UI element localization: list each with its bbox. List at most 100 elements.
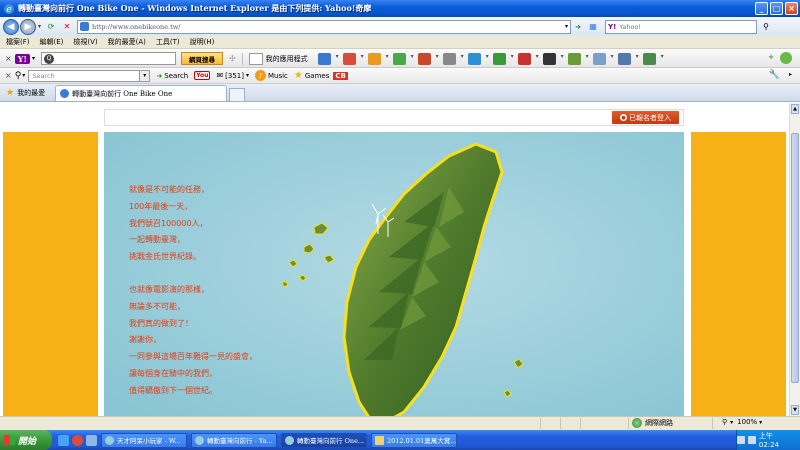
arrow-right-icon: ➜	[156, 71, 163, 80]
media-quicklaunch-icon[interactable]	[72, 434, 83, 446]
menu-help[interactable]: 說明(H)	[190, 37, 215, 47]
pin-icon[interactable]: ✣	[229, 54, 236, 63]
address-url: http://www.onebikeone.tw/	[92, 22, 181, 31]
stop-icon[interactable]: ✕	[61, 21, 73, 33]
web-search-button[interactable]: 網頁搜尋	[180, 52, 223, 65]
cb-button[interactable]: CB	[333, 71, 348, 80]
favorites-star-icon: ★	[6, 88, 15, 98]
yahoo-menu-dropdown-icon[interactable]: ▾	[32, 55, 35, 62]
weather-icon[interactable]	[592, 52, 614, 65]
notifications-button[interactable]: ✉ [351] ▾	[216, 71, 249, 80]
toolbar2-search-dropdown[interactable]: ▾	[140, 69, 151, 82]
browser-search-input[interactable]: Y! Yahoo!	[605, 19, 758, 34]
menu-favorites[interactable]: 我的最愛(A)	[108, 37, 146, 47]
close-window-button[interactable]: ×	[785, 2, 798, 15]
stock-icon[interactable]	[492, 52, 514, 65]
ie-quicklaunch-icon[interactable]	[58, 434, 69, 446]
calendar-icon[interactable]	[342, 52, 364, 65]
search-icon[interactable]: ⚲	[759, 21, 773, 33]
taskbar-item-active[interactable]: 轉動臺灣向前行 One...	[281, 432, 367, 448]
status-bar: 網際網路 ⚲ ▾ 100% ▾	[0, 416, 800, 430]
message-line: 100年最後一天，	[129, 201, 193, 211]
back-button[interactable]: ◀	[3, 18, 19, 35]
message-line: 就像是不可能的任務，	[129, 185, 209, 194]
scroll-up-arrow-icon[interactable]: ▲	[791, 104, 799, 114]
forward-button[interactable]: ▶	[20, 18, 36, 35]
history-dropdown-icon[interactable]: ▾	[38, 23, 41, 30]
close-toolbar2-icon[interactable]: ×	[5, 71, 12, 80]
mail-icon[interactable]	[317, 52, 339, 65]
taskbar-item[interactable]: 天才阿呆小玩家 - W...	[101, 432, 187, 448]
address-dropdown-icon[interactable]: ▾	[565, 23, 568, 30]
wrench-icon[interactable]: 🔧	[769, 70, 780, 80]
yahoo-search-input[interactable]: Q	[40, 52, 176, 65]
page-header-strip	[104, 109, 684, 126]
tab-active[interactable]: 轉動臺灣向前行 One Bike One	[55, 85, 228, 101]
answers-icon[interactable]	[467, 52, 489, 65]
shopping-icon[interactable]	[642, 52, 664, 65]
taskbar-item[interactable]: 2012.01.01奧萬大賞...	[371, 432, 457, 448]
zoom-control[interactable]: ⚲ ▾ 100% ▾	[722, 418, 762, 426]
toolbar-icon-group	[317, 52, 668, 65]
tab-favicon-icon	[60, 89, 70, 98]
maximize-button[interactable]: □	[770, 2, 783, 15]
tab-bar: ★ 我的最愛 轉動臺灣向前行 One Bike One	[0, 84, 800, 102]
go-button[interactable]: ➜	[571, 21, 585, 33]
blog-icon[interactable]	[517, 52, 539, 65]
compat-view-icon[interactable]: ▦	[587, 21, 599, 33]
search-icon[interactable]: ⚲	[15, 71, 22, 81]
menu-file[interactable]: 檔案(F)	[6, 37, 30, 47]
auction-icon[interactable]	[417, 52, 439, 65]
login-button-label: 已報名者登入	[629, 113, 671, 122]
music-label: Music	[267, 71, 288, 80]
my-apps-button[interactable]: 我的應用程式	[248, 52, 308, 65]
network-tray-icon[interactable]	[737, 436, 745, 444]
new-tab-button[interactable]	[229, 88, 246, 101]
yahoo-logo-icon[interactable]: Y!	[14, 53, 30, 64]
message-line: 謝謝你，	[129, 335, 161, 345]
games-icon[interactable]	[367, 52, 389, 65]
notes-icon[interactable]	[567, 52, 589, 65]
start-button[interactable]: 開始	[0, 430, 52, 450]
youtube-icon: You	[194, 71, 211, 80]
taskbar-item[interactable]: 轉動臺灣向前行 - Ya...	[191, 432, 277, 448]
internet-zone-icon	[632, 418, 642, 428]
search-options-icon[interactable]: ▾	[22, 72, 25, 79]
security-zone[interactable]: 網際網路	[632, 418, 673, 428]
toolbar2-menu-icon[interactable]: ▸	[789, 71, 792, 78]
minimize-button[interactable]: _	[755, 2, 768, 15]
menu-edit[interactable]: 編輯(E)	[40, 37, 64, 47]
toolbar2-search-button[interactable]: ➜ Search	[156, 72, 188, 80]
menu-tools[interactable]: 工具(T)	[156, 37, 180, 47]
refresh-icon[interactable]: ⟳	[45, 21, 57, 33]
add-icon[interactable]: +	[768, 53, 774, 61]
video-icon[interactable]	[542, 52, 564, 65]
mail-icon: ✉	[216, 71, 224, 80]
windows-taskbar: 開始 天才阿呆小玩家 - W... 轉動臺灣向前行 - Ya... 轉動臺灣向前…	[0, 430, 800, 450]
news-icon[interactable]	[442, 52, 464, 65]
scrollbar-thumb[interactable]	[791, 133, 799, 383]
messenger-icon[interactable]	[617, 52, 639, 65]
close-toolbar-icon[interactable]: ×	[5, 54, 12, 63]
address-input[interactable]: http://www.onebikeone.tw/ ▾	[77, 19, 572, 34]
apps-icon	[248, 52, 263, 65]
volume-tray-icon[interactable]	[747, 436, 756, 444]
clock[interactable]: 上午 02:24	[759, 431, 795, 449]
menu-view[interactable]: 檢視(V)	[73, 37, 97, 47]
settings-icon[interactable]	[780, 52, 792, 64]
desktop-quicklaunch-icon[interactable]	[86, 434, 97, 446]
favorites-button[interactable]: ★ 我的最愛	[0, 85, 51, 101]
scroll-down-arrow-icon[interactable]: ▼	[791, 405, 799, 415]
message-line: 無論多不可能，	[129, 301, 185, 311]
taskbar-item-label: 轉動臺灣向前行 - Ya...	[207, 437, 273, 445]
music-button[interactable]: ♪ Music	[254, 70, 288, 81]
vertical-scrollbar[interactable]: ▲ ▼	[789, 103, 800, 416]
status-divider	[628, 418, 629, 429]
games-button[interactable]: ★ Games	[294, 70, 329, 81]
registered-login-button[interactable]: ● 已報名者登入	[612, 111, 679, 124]
status-divider	[560, 418, 561, 429]
message-line: 一同參與這場百年難得一見的盛會，	[129, 352, 257, 362]
photo-icon[interactable]	[392, 52, 414, 65]
toolbar2-search-input[interactable]: Search	[28, 69, 141, 82]
youtube-button[interactable]: You	[194, 71, 211, 80]
